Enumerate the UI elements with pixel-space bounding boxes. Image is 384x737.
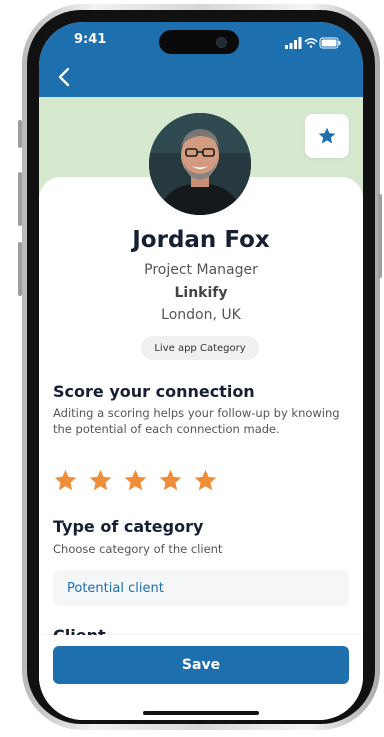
category-select-value: Potential client bbox=[67, 580, 164, 596]
contact-location: London, UK bbox=[161, 307, 241, 323]
rating-star-icon[interactable] bbox=[123, 468, 148, 493]
side-button-power bbox=[378, 194, 382, 278]
app-screen: 9:41 Jordan Fox Project Manager Linkify … bbox=[39, 22, 363, 720]
top-bar: 9:41 bbox=[39, 22, 363, 97]
category-section-title: Type of category bbox=[53, 517, 204, 536]
favorite-button[interactable] bbox=[305, 114, 349, 158]
camera-icon bbox=[216, 37, 227, 48]
chevron-left-icon bbox=[58, 67, 70, 87]
score-section-description: Aditing a scoring helps your follow-up b… bbox=[53, 406, 340, 436]
contact-role: Project Manager bbox=[144, 262, 258, 278]
contact-name: Jordan Fox bbox=[132, 227, 270, 253]
category-select[interactable]: Potential client bbox=[53, 570, 349, 606]
dynamic-island bbox=[159, 30, 239, 54]
category-section-description: Choose category of the client bbox=[53, 542, 223, 556]
rating-star-icon[interactable] bbox=[53, 468, 78, 493]
star-icon bbox=[318, 127, 336, 144]
back-button[interactable] bbox=[55, 66, 75, 88]
home-indicator bbox=[143, 711, 259, 715]
category-chip: Live app Category bbox=[141, 336, 259, 360]
save-button[interactable]: Save bbox=[53, 646, 349, 684]
avatar bbox=[149, 113, 251, 215]
side-button-volume-down bbox=[18, 242, 22, 296]
rating-star-icon[interactable] bbox=[158, 468, 183, 493]
rating-stars bbox=[53, 468, 218, 493]
contact-company: Linkify bbox=[174, 285, 228, 301]
signal-icon bbox=[285, 37, 302, 49]
side-button-volume-up bbox=[18, 172, 22, 226]
battery-icon bbox=[319, 37, 341, 49]
status-time: 9:41 bbox=[74, 32, 107, 47]
save-button-label: Save bbox=[181, 657, 221, 673]
side-button-mute bbox=[18, 120, 22, 148]
status-icons bbox=[285, 34, 341, 53]
score-section-title: Score your connection bbox=[53, 382, 255, 401]
rating-star-icon[interactable] bbox=[193, 468, 218, 493]
rating-star-icon[interactable] bbox=[88, 468, 113, 493]
wifi-icon bbox=[304, 38, 318, 48]
